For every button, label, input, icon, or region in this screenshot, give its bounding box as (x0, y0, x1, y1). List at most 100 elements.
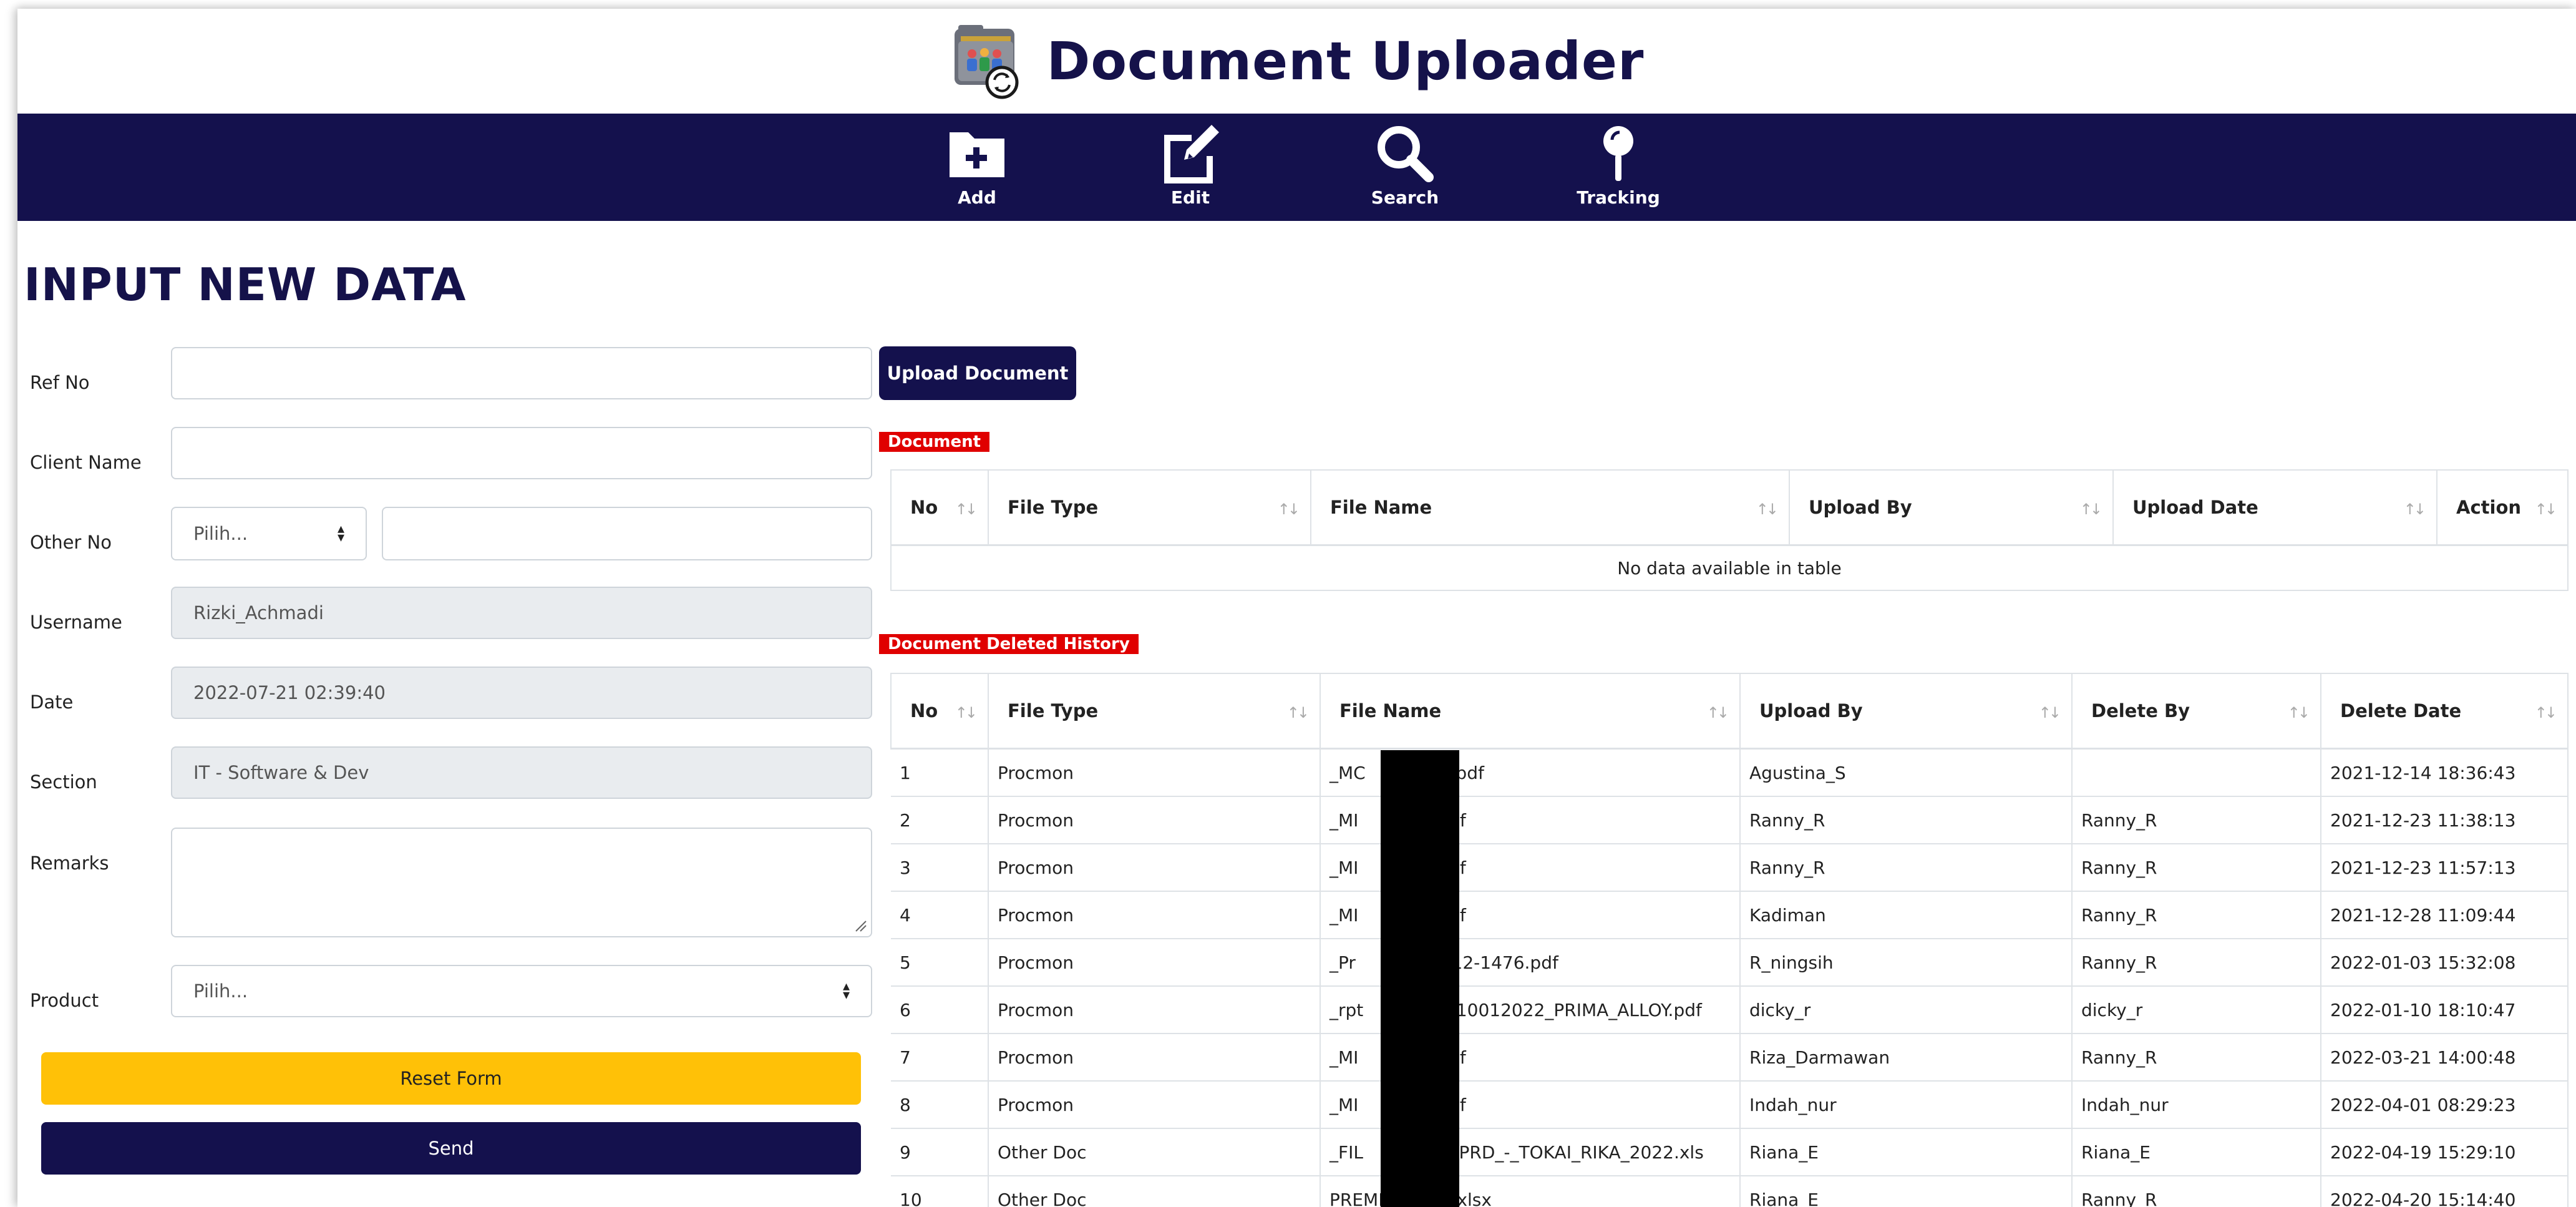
product-select-value: Pilih... (193, 980, 248, 1002)
cell-no: 5 (891, 938, 988, 986)
sort-icon[interactable]: ↑↓ (955, 704, 978, 721)
date-label: Date (30, 691, 74, 713)
page-title: INPUT NEW DATA (24, 258, 467, 311)
cell-upload-by: Ranny_R (1739, 843, 2072, 891)
file-name-end: y_10012022_PRIMA_ALLOY.pdf (1437, 999, 1702, 1020)
cell-file-type: Procmon (988, 1080, 1320, 1128)
cell-delete-by: dicky_r (2071, 985, 2321, 1034)
file-name-start: PREMI (1329, 1189, 1384, 1207)
username-label: Username (30, 612, 122, 633)
sort-icon[interactable]: ↑↓ (2404, 501, 2426, 518)
col-header-upload-date[interactable]: Upload Date ↑↓ (2112, 469, 2437, 546)
nav-edit-label: Edit (1170, 187, 1210, 208)
sort-icon[interactable]: ↑↓ (1287, 704, 1310, 721)
product-select[interactable]: Pilih... ▴ ▾ (171, 965, 872, 1017)
table-row: 4Procmon_MI.pdfKadimanRanny_R2021-12-28 … (891, 891, 2569, 939)
documents-table: No ↑↓ File Type ↑↓ File Name ↑↓ Upload By ↑↓… (890, 469, 2569, 591)
table-row: 10 Other Doc PREMI xlsx Riana_E Ranny_R 2022-0… (891, 1175, 2569, 1207)
date-field: 2022-07-21 02:39:40 (171, 667, 872, 719)
sort-icon[interactable]: ↑↓ (2288, 704, 2310, 721)
cell-upload-by: Agustina_S (1739, 748, 2072, 796)
cell-file-type: Procmon (988, 891, 1320, 939)
col-header-delete-by[interactable]: Delete By ↑↓ (2071, 673, 2321, 750)
document-section-tag: Document (879, 432, 990, 452)
send-button[interactable]: Send (41, 1122, 861, 1175)
table-row: 2Procmon_MI.pdfRanny_RRanny_R2021-12-23 … (891, 796, 2569, 844)
col-header-upload-by[interactable]: Upload By ↑↓ (1789, 469, 2114, 546)
sort-icon[interactable]: ↑↓ (1278, 501, 1300, 518)
nav-search[interactable]: Search (1355, 122, 1455, 216)
nav-add[interactable]: Add (927, 122, 1027, 216)
ref-no-label: Ref No (30, 372, 90, 393)
sort-icon[interactable]: ↑↓ (955, 501, 978, 518)
nav-edit[interactable]: Edit (1140, 122, 1240, 216)
resize-grip-icon[interactable] (853, 919, 867, 932)
redaction-box (1381, 750, 1459, 1207)
upload-document-button[interactable]: Upload Document (879, 346, 1076, 400)
col-header-no[interactable]: No ↑↓ (890, 469, 989, 546)
edit-icon (1164, 125, 1219, 183)
cell-upload-by: Indah_nur (1739, 1080, 2072, 1128)
cell-delete-date: 2022-01-10 18:10:47 (2320, 985, 2569, 1034)
cell-delete-by (2071, 748, 2321, 796)
sort-icon[interactable]: ↑↓ (2080, 501, 2102, 518)
ref-no-input[interactable] (171, 347, 872, 399)
documents-header-row: No ↑↓ File Type ↑↓ File Name ↑↓ Upload By ↑↓… (890, 469, 2569, 546)
file-name-start: _MI (1329, 904, 1359, 926)
file-name-start: _FIL (1329, 1141, 1363, 1163)
other-no-select[interactable]: Pilih... ▴ ▾ (171, 507, 367, 560)
select-chevron-icon: ▴ ▾ (842, 979, 850, 1003)
cell-file-type: Procmon (988, 1033, 1320, 1081)
cell-delete-by: Ranny_R (2071, 891, 2321, 939)
col-header-no[interactable]: No ↑↓ (890, 673, 989, 750)
col-header-file-type[interactable]: File Type ↑↓ (988, 673, 1321, 750)
main-navbar: Add Edit Search Tracking (17, 114, 2576, 221)
deleted-history-tag: Document Deleted History (879, 634, 1139, 654)
file-name-start: _MI (1329, 1094, 1359, 1115)
cell-file-type: Other Doc (988, 1128, 1320, 1176)
cell-delete-by: Ranny_R (2071, 1175, 2321, 1207)
other-no-input[interactable] (382, 507, 872, 560)
sort-icon[interactable]: ↑↓ (1756, 501, 1779, 518)
section-field: IT - Software & Dev (171, 746, 872, 799)
sort-icon[interactable]: ↑↓ (1707, 704, 1729, 721)
table-row: 5 Procmon _Pr 2112-1476.pdf R_ningsih Ranny_R… (891, 938, 2569, 986)
cell-delete-date: 2021-12-23 11:57:13 (2320, 843, 2569, 891)
col-header-file-type[interactable]: File Type ↑↓ (988, 469, 1311, 546)
file-name-end: D_PRD_-_TOKAI_RIKA_2022.xls (1436, 1141, 1704, 1163)
select-chevron-icon: ▴ ▾ (337, 521, 344, 545)
cell-no: 9 (891, 1128, 988, 1176)
sort-icon[interactable]: ↑↓ (2535, 501, 2557, 518)
map-pin-icon (1603, 126, 1633, 181)
nav-add-label: Add (958, 187, 996, 208)
username-field: Rizki_Achmadi (171, 587, 872, 639)
col-header-file-name[interactable]: File Name ↑↓ (1310, 469, 1790, 546)
col-header-delete-date[interactable]: Delete Date ↑↓ (2320, 673, 2569, 750)
other-no-label: Other No (30, 532, 112, 553)
cell-file-type: Procmon (988, 748, 1320, 796)
cell-delete-by: Ranny_R (2071, 843, 2321, 891)
col-header-action[interactable]: Action ↑↓ (2436, 469, 2569, 546)
file-name-start: _MC (1329, 762, 1366, 783)
remarks-textarea[interactable] (171, 828, 872, 937)
table-row: 8Procmon_MI.pdfIndah_nurIndah_nur2022-04… (891, 1080, 2569, 1128)
cell-delete-by: Ranny_R (2071, 938, 2321, 986)
sort-icon[interactable]: ↑↓ (2039, 704, 2061, 721)
cell-upload-by: Riana_E (1739, 1128, 2072, 1176)
cell-no: 8 (891, 1080, 988, 1128)
reset-form-button[interactable]: Reset Form (41, 1052, 861, 1105)
col-header-file-name[interactable]: File Name ↑↓ (1320, 673, 1741, 750)
cell-delete-by: Indah_nur (2071, 1080, 2321, 1128)
deleted-history-table: No ↑↓ File Type ↑↓ File Name ↑↓ Upload By ↑↓… (890, 673, 2569, 1207)
cell-upload-by: R_ningsih (1739, 938, 2072, 986)
nav-tracking[interactable]: Tracking (1568, 122, 1668, 216)
cell-upload-by: Kadiman (1739, 891, 2072, 939)
client-name-input[interactable] (171, 427, 872, 479)
cell-delete-by: Ranny_R (2071, 1033, 2321, 1081)
cell-delete-by: Ranny_R (2071, 796, 2321, 844)
sort-icon[interactable]: ↑↓ (2535, 704, 2557, 721)
col-header-upload-by[interactable]: Upload By ↑↓ (1739, 673, 2073, 750)
app-header: Document Uploader (17, 9, 2576, 114)
table-row: 6 Procmon _rpt y_10012022_PRIMA_ALLOY.pdf di… (891, 985, 2569, 1034)
section-label: Section (30, 771, 97, 793)
